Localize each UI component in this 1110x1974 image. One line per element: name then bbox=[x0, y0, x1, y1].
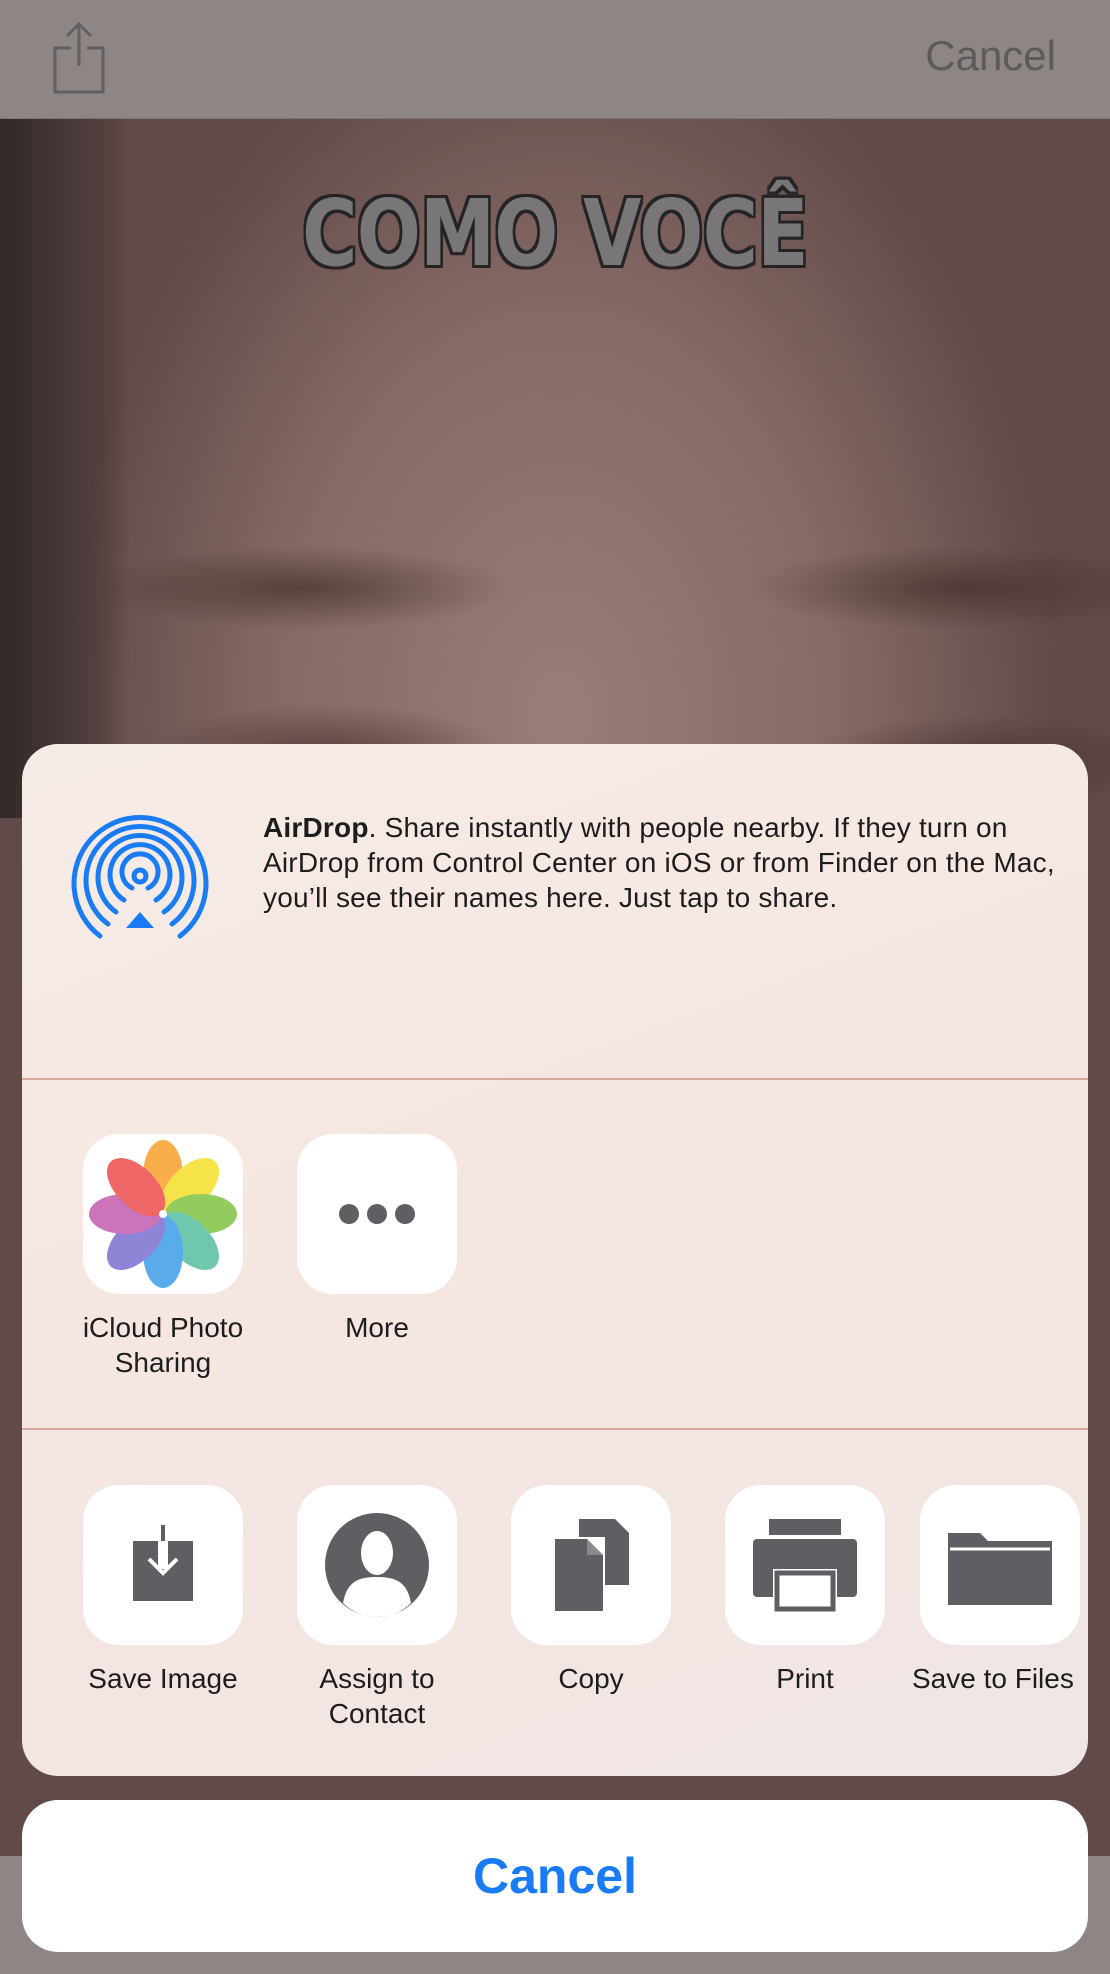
top-nav-bar: Cancel bbox=[0, 0, 1110, 119]
airdrop-icon bbox=[71, 815, 209, 939]
action-assign-to-contact[interactable]: Assign to Contact bbox=[292, 1485, 462, 1731]
icloud-photo-sharing-label: iCloud Photo Sharing bbox=[82, 1312, 244, 1378]
more-tile[interactable] bbox=[297, 1134, 457, 1294]
copy-icon bbox=[553, 1519, 629, 1613]
top-cancel-button[interactable]: Cancel bbox=[925, 32, 1056, 80]
action-copy[interactable]: Copy bbox=[506, 1485, 676, 1696]
airdrop-description: AirDrop. Share instantly with people nea… bbox=[263, 810, 1063, 915]
share-icon[interactable] bbox=[52, 20, 106, 96]
contact-icon bbox=[325, 1513, 429, 1617]
section-divider bbox=[22, 1078, 1088, 1080]
action-save-to-files[interactable]: Save to Files bbox=[912, 1485, 1088, 1696]
print-tile[interactable] bbox=[725, 1485, 885, 1645]
section-divider bbox=[22, 1428, 1088, 1430]
cancel-button[interactable]: Cancel bbox=[22, 1800, 1088, 1952]
save-image-icon bbox=[133, 1525, 193, 1601]
save-image-label: Save Image bbox=[88, 1663, 238, 1694]
action-print[interactable]: Print bbox=[720, 1485, 890, 1696]
icloud-photo-sharing-tile[interactable] bbox=[83, 1134, 243, 1294]
assign-to-contact-label: Assign to Contact bbox=[319, 1663, 435, 1729]
assign-to-contact-tile[interactable] bbox=[297, 1485, 457, 1645]
airdrop-section: AirDrop. Share instantly with people nea… bbox=[22, 744, 1088, 1079]
more-dots-icon bbox=[339, 1204, 415, 1224]
airdrop-title: AirDrop bbox=[263, 812, 369, 843]
more-label: More bbox=[345, 1312, 409, 1343]
share-app-icloud-photo-sharing[interactable]: iCloud Photo Sharing bbox=[78, 1134, 248, 1380]
action-save-image[interactable]: Save Image bbox=[78, 1485, 248, 1696]
folder-icon bbox=[948, 1533, 1052, 1605]
print-icon bbox=[753, 1519, 857, 1613]
airdrop-body: . Share instantly with people nearby. If… bbox=[263, 812, 1055, 913]
print-label: Print bbox=[776, 1663, 834, 1694]
share-app-more[interactable]: More bbox=[292, 1134, 462, 1345]
save-image-tile[interactable] bbox=[83, 1485, 243, 1645]
copy-label: Copy bbox=[558, 1663, 624, 1694]
share-sheet: AirDrop. Share instantly with people nea… bbox=[22, 744, 1088, 1776]
photos-icon bbox=[89, 1140, 237, 1288]
save-to-files-tile[interactable] bbox=[920, 1485, 1080, 1645]
copy-tile[interactable] bbox=[511, 1485, 671, 1645]
save-to-files-label: Save to Files bbox=[912, 1663, 1074, 1694]
